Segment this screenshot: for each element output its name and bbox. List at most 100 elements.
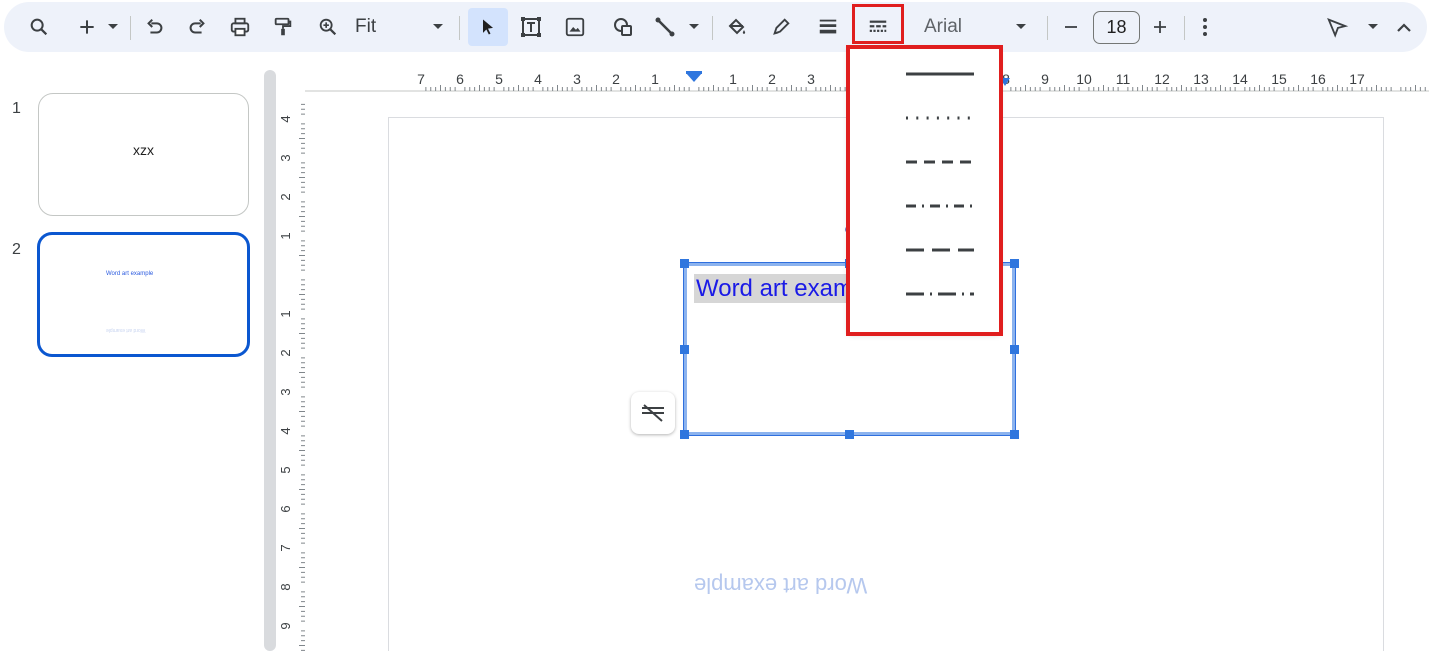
border-weight-button[interactable]: [813, 10, 843, 44]
resize-handle[interactable]: [1010, 430, 1019, 439]
pen-tool-button[interactable]: [1322, 10, 1352, 44]
zoom-dropdown[interactable]: [428, 10, 448, 44]
resize-handle[interactable]: [680, 345, 689, 354]
slide-thumbnail-1[interactable]: xzx: [38, 93, 249, 216]
ruler-tick-label: 10: [1076, 71, 1092, 87]
undo-button[interactable]: [140, 10, 170, 44]
ruler-tick-label: 15: [1271, 71, 1287, 87]
ruler-tick-label: 6: [456, 71, 464, 87]
increase-font-size-button[interactable]: [1145, 10, 1175, 44]
new-dropdown[interactable]: [103, 10, 123, 44]
print-button[interactable]: [225, 10, 255, 44]
caret-down-icon: [1368, 24, 1378, 29]
caret-down-icon: [108, 24, 118, 29]
pen-tool-dropdown[interactable]: [1363, 10, 1383, 44]
slide-thumbnail-reflection: Word art example: [106, 327, 146, 333]
line-dropdown[interactable]: [684, 10, 704, 44]
separator: [712, 16, 713, 40]
left-indent-marker[interactable]: [686, 73, 702, 82]
decrease-font-size-button[interactable]: [1056, 10, 1086, 44]
resize-handle[interactable]: [680, 259, 689, 268]
ruler-tick-label: 16: [1310, 71, 1326, 87]
filmstrip-scrollbar[interactable]: [264, 70, 276, 651]
font-size-input[interactable]: 18: [1093, 11, 1140, 44]
font-family-select[interactable]: Arial: [924, 16, 962, 38]
ruler-tick-label: 3: [573, 71, 581, 87]
line-button[interactable]: [650, 10, 680, 44]
zoom-button[interactable]: [313, 10, 343, 44]
slide-thumbnail-text: Word art example: [106, 271, 154, 277]
text-box-button[interactable]: [516, 10, 546, 44]
highlight-frame: [852, 4, 904, 44]
ruler-tick-label: 3: [807, 71, 815, 87]
separator: [1184, 16, 1185, 40]
ruler-tick-label: 6: [280, 505, 293, 512]
ruler-tick-label: 17: [1349, 71, 1365, 87]
plus-icon: [80, 20, 94, 34]
search-icon: [30, 18, 48, 36]
resize-handle[interactable]: [1010, 345, 1019, 354]
fill-color-button[interactable]: [722, 10, 752, 44]
shape-icon: [614, 18, 632, 36]
paint-roller-icon: [274, 17, 292, 36]
slide-thumbnail-2[interactable]: Word art example Word art example: [37, 232, 250, 357]
resize-handle[interactable]: [680, 430, 689, 439]
ruler-tick-label: 4: [280, 427, 293, 434]
ruler-tick-label: 7: [417, 71, 425, 87]
pen-arrow-icon: [1327, 18, 1349, 38]
ruler-tick-label: 1: [280, 232, 293, 239]
ruler-tick-label: 7: [280, 544, 293, 551]
redo-button[interactable]: [182, 10, 212, 44]
ruler-tick-label: 4: [534, 71, 542, 87]
ruler-tick-label: 4: [280, 115, 293, 122]
image-button[interactable]: [560, 10, 590, 44]
undo-icon: [147, 18, 163, 34]
ruler-tick-label: 2: [280, 349, 293, 356]
paint-bucket-icon: [728, 18, 746, 35]
more-options-button[interactable]: [1192, 10, 1218, 44]
ruler-tick-label: 14: [1232, 71, 1248, 87]
ruler-tick-label: 1: [729, 71, 737, 87]
cursor-arrow-icon: [483, 19, 493, 35]
zoom-select[interactable]: Fit: [355, 16, 376, 38]
strikethrough-lines-icon: [642, 404, 664, 422]
ruler-tick-label: 5: [495, 71, 503, 87]
shape-button[interactable]: [608, 10, 638, 44]
ruler-tick-label: 5: [280, 466, 293, 473]
ruler-tick-label: 9: [280, 622, 293, 629]
ruler-tick-label: 12: [1154, 71, 1170, 87]
separator: [1047, 16, 1048, 40]
select-tool-button[interactable]: [468, 8, 508, 46]
ruler-tick-label: 3: [280, 154, 293, 161]
line-weight-icon: [819, 19, 837, 34]
slides-editor: Fit Arial 18 1 xzx 2 Word art example Wo…: [0, 0, 1429, 651]
toolbar: Fit Arial 18: [4, 2, 1427, 52]
highlight-frame: [846, 45, 1003, 336]
clear-formatting-button[interactable]: [631, 392, 675, 434]
paint-format-button[interactable]: [268, 10, 298, 44]
collapse-toolbar-button[interactable]: [1391, 10, 1417, 44]
new-button[interactable]: [72, 10, 102, 44]
first-line-indent-marker[interactable]: [686, 71, 702, 74]
text-box-icon: [521, 17, 541, 37]
slide-number: 1: [12, 100, 21, 117]
search-button[interactable]: [24, 10, 54, 44]
wordart-reflection: Word art example: [694, 573, 868, 598]
plus-icon: [1154, 21, 1166, 33]
ruler-tick-label: 1: [651, 71, 659, 87]
caret-down-icon: [689, 24, 699, 29]
ruler-tick-label: 8: [280, 583, 293, 590]
font-family-dropdown[interactable]: [1011, 10, 1031, 44]
redo-icon: [189, 18, 205, 34]
print-icon: [230, 17, 250, 37]
ruler-tick-label: 2: [280, 193, 293, 200]
caret-down-icon: [1016, 24, 1026, 29]
border-color-button[interactable]: [766, 10, 796, 44]
minus-icon: [1065, 26, 1077, 28]
line-icon: [655, 17, 675, 37]
resize-handle[interactable]: [1010, 259, 1019, 268]
separator: [459, 16, 460, 40]
vertical-ruler[interactable]: 4 3 2 1 1 2 3 4 5 6 7 8 9: [280, 100, 306, 651]
ruler-tick-label: 3: [280, 388, 293, 395]
resize-handle[interactable]: [845, 430, 854, 439]
